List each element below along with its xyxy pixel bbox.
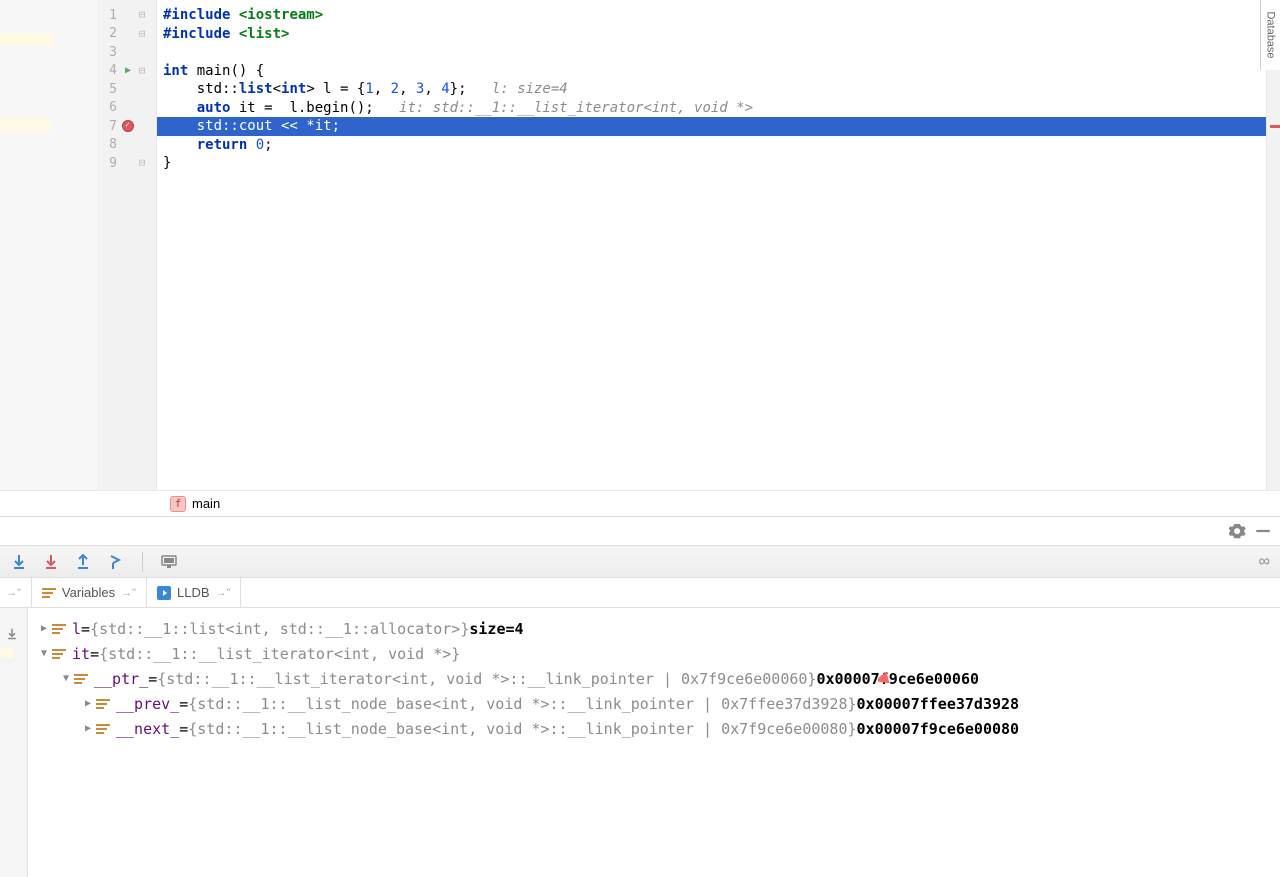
step-into-icon[interactable] [42, 553, 60, 571]
variables-gutter [0, 608, 28, 877]
fold-icon[interactable]: ⊟ [135, 27, 149, 41]
minimize-icon[interactable] [1254, 522, 1272, 540]
fold-icon[interactable]: ⊟ [135, 156, 149, 170]
struct-icon [96, 724, 110, 734]
lldb-icon [157, 586, 171, 600]
infinity-icon[interactable]: ∞ [1259, 553, 1270, 571]
evaluate-expression-icon[interactable] [161, 554, 177, 570]
variable-row[interactable]: ▶ __prev_ = {std::__1::__list_node_base<… [28, 691, 1280, 716]
step-over-icon[interactable] [10, 553, 28, 571]
expand-icon[interactable]: ▶ [80, 723, 96, 734]
tab-lldb[interactable]: LLDB →" [147, 578, 241, 607]
variables-tree[interactable]: ▶ l = {std::__1::list<int, std::__1::all… [28, 608, 1280, 877]
fold-icon[interactable]: ⊟ [135, 64, 149, 78]
execution-line: std::cout << *it; [157, 117, 1266, 136]
line-number: 2 [97, 26, 121, 41]
editor-area: 1⊟ 2⊟ 3 4▶⊟ 5 6 7 8 9⊟ #include <iostrea… [0, 0, 1280, 490]
variables-icon [42, 588, 56, 598]
variable-row[interactable]: ▼ __ptr_ = {std::__1::__list_iterator<in… [28, 666, 1280, 691]
code-editor[interactable]: #include <iostream> #include <list> int … [157, 0, 1266, 490]
line-number: 9 [97, 156, 121, 171]
editor-gutter[interactable]: 1⊟ 2⊟ 3 4▶⊟ 5 6 7 8 9⊟ [97, 0, 157, 490]
line-number: 1 [97, 8, 121, 23]
run-gutter-icon[interactable]: ▶ [121, 65, 135, 77]
expand-icon[interactable]: ▶ [36, 623, 52, 634]
variable-row[interactable]: ▶ __next_ = {std::__1::__list_node_base<… [28, 716, 1280, 741]
struct-icon [52, 649, 66, 659]
line-number: 5 [97, 82, 121, 97]
struct-icon [96, 699, 110, 709]
variables-pane: ▶ l = {std::__1::list<int, std::__1::all… [0, 608, 1280, 877]
breakpoint-icon[interactable] [121, 120, 135, 132]
expand-icon[interactable]: ▼ [36, 648, 52, 659]
tab-pin-left[interactable]: →" [0, 578, 32, 607]
database-tab-label: Database [1265, 11, 1277, 58]
tool-options-bar [0, 516, 1280, 546]
struct-icon [74, 674, 88, 684]
tab-label: Variables [62, 585, 115, 600]
scrollbar-marker[interactable] [1270, 125, 1280, 128]
line-number: 8 [97, 137, 121, 152]
fold-icon[interactable]: ⊟ [135, 8, 149, 22]
tab-label: LLDB [177, 585, 210, 600]
line-number: 3 [97, 45, 121, 60]
breadcrumb-label[interactable]: main [192, 496, 220, 511]
variable-row[interactable]: ▶ l = {std::__1::list<int, std::__1::all… [28, 616, 1280, 641]
debugger-tabs: →" Variables →" LLDB →" [0, 578, 1280, 608]
variable-row[interactable]: ▼ it = {std::__1::__list_iterator<int, v… [28, 641, 1280, 666]
tab-variables[interactable]: Variables →" [32, 578, 147, 607]
gear-icon[interactable] [1228, 522, 1246, 540]
run-to-cursor-icon[interactable] [106, 553, 124, 571]
database-tool-tab[interactable]: Database [1260, 0, 1280, 70]
line-number: 7 [97, 119, 121, 134]
line-number: 4 [97, 63, 121, 78]
expand-icon[interactable]: ▼ [58, 673, 74, 684]
editor-left-margin [0, 0, 97, 490]
struct-icon [52, 624, 66, 634]
editor-scrollbar[interactable]: ✓ [1266, 0, 1280, 490]
debugger-stepper-toolbar: ∞ [0, 546, 1280, 578]
breadcrumb-bar: f main [0, 490, 1280, 516]
down-arrow-icon[interactable] [6, 626, 18, 644]
step-out-icon[interactable] [74, 553, 92, 571]
line-number: 6 [97, 100, 121, 115]
function-icon: f [170, 496, 186, 512]
expand-icon[interactable]: ▶ [80, 698, 96, 709]
